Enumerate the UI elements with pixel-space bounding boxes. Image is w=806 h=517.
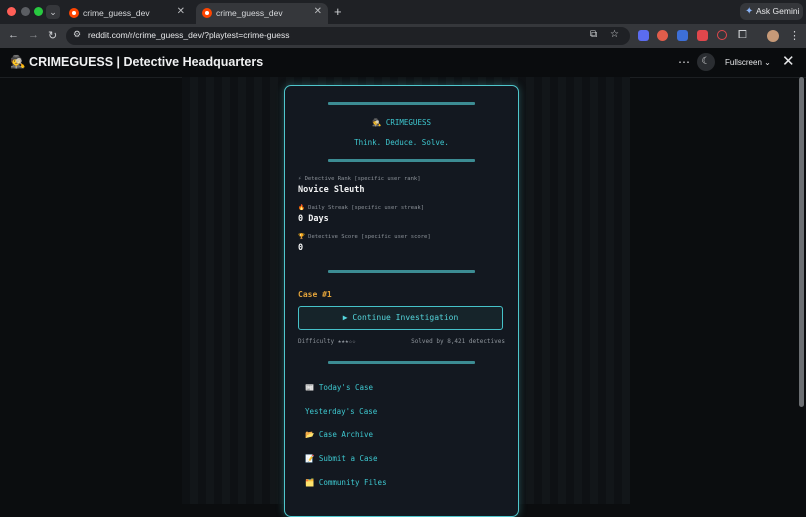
reddit-icon [202,8,212,18]
close-icon[interactable]: ✕ [782,52,795,70]
tab-search-icon[interactable]: ⌄ [46,5,60,19]
menu-item-yesterdays-case[interactable]: Yesterday's Case [305,407,377,416]
rank-value: Novice Sleuth [298,185,365,195]
window-close-button[interactable] [7,7,16,16]
streak-label: 🔥 Daily Streak [specific user streak] [298,205,425,211]
profile-avatar[interactable] [767,30,779,42]
extension-icon[interactable] [677,30,688,41]
close-tab-icon[interactable]: ✕ [177,6,185,17]
solved-count: Solved by 8,421 detectives [411,338,505,345]
browser-menu-icon[interactable]: ⋮ [789,29,800,42]
menu-item-submit-case[interactable]: 📝 Submit a Case [305,454,378,463]
streak-value: 0 Days [298,214,329,224]
browser-toolbar: ← → ↻ ⚙ reddit.com/r/crime_guess_dev/?pl… [0,24,806,48]
ask-gemini-label: Ask Gemini [756,6,800,16]
forward-icon[interactable]: → [28,29,39,41]
rank-label: ⚡ Detective Rank [specific user rank] [298,176,421,182]
dark-mode-icon[interactable]: ☾ [697,53,715,71]
extension-icon[interactable] [638,30,649,41]
url-text: reddit.com/r/crime_guess_dev/?playtest=c… [88,30,290,40]
site-info-icon[interactable]: ⚙ [73,29,81,40]
extensions-puzzle-icon[interactable]: ⧠ [738,29,747,42]
tab-title: crime_guess_dev [216,8,283,18]
extension-icon[interactable] [697,30,708,41]
close-tab-icon[interactable]: ✕ [314,6,322,17]
gemini-icon: ✦ [745,6,754,17]
case-title: Case #1 [298,290,332,299]
continue-investigation-button[interactable]: ▶ Continue Investigation [298,306,503,330]
address-bar[interactable]: ⚙ reddit.com/r/crime_guess_dev/?playtest… [66,27,630,45]
bookmark-star-icon[interactable]: ☆ [610,29,619,40]
score-label: 🏆 Detective Score [specific user score] [298,234,431,240]
app-header: 🕵️ CRIMEGUESS | Detective Headquarters ⋯… [0,48,806,78]
extension-icon[interactable] [717,30,727,40]
divider [328,270,475,273]
fullscreen-button[interactable]: Fullscreen ⌄ [725,58,771,67]
tab-title: crime_guess_dev [83,8,150,18]
reddit-icon [69,8,79,18]
divider [328,102,475,105]
difficulty-rating: Difficulty ★★★☆☆ [298,338,356,345]
menu-item-todays-case[interactable]: 📰 Today's Case [305,383,373,392]
menu-item-community-files[interactable]: 🗂️ Community Files [305,478,387,487]
browser-tab-active[interactable]: crime_guess_dev ✕ [196,3,328,24]
extension-icon[interactable] [657,30,668,41]
ask-gemini-button[interactable]: ✦ Ask Gemini [740,3,803,20]
menu-item-case-archive[interactable]: 📂 Case Archive [305,430,373,439]
cast-icon[interactable]: ⧉ [590,29,597,40]
back-icon[interactable]: ← [8,29,19,41]
divider [328,361,475,364]
new-tab-icon[interactable]: + [334,4,342,19]
score-value: 0 [298,243,304,253]
window-maximize-button[interactable] [34,7,43,16]
browser-tab[interactable]: crime_guess_dev ✕ [63,3,191,24]
window-minimize-button[interactable] [21,7,30,16]
divider [328,159,475,162]
fullscreen-label: Fullscreen [725,58,762,67]
scrollbar[interactable] [799,77,804,407]
app-title: 🕵️ CRIMEGUESS | Detective Headquarters [10,55,264,69]
reload-icon[interactable]: ↻ [48,29,57,42]
more-options-icon[interactable]: ⋯ [678,55,690,69]
browser-tab-strip: ⌄ crime_guess_dev ✕ crime_guess_dev ✕ + … [0,0,806,24]
tagline: Think. Deduce. Solve. [354,138,449,147]
game-card: 🕵️ CRIMEGUESS Think. Deduce. Solve. ⚡ De… [284,85,519,517]
brand-title: 🕵️ CRIMEGUESS [371,118,431,127]
